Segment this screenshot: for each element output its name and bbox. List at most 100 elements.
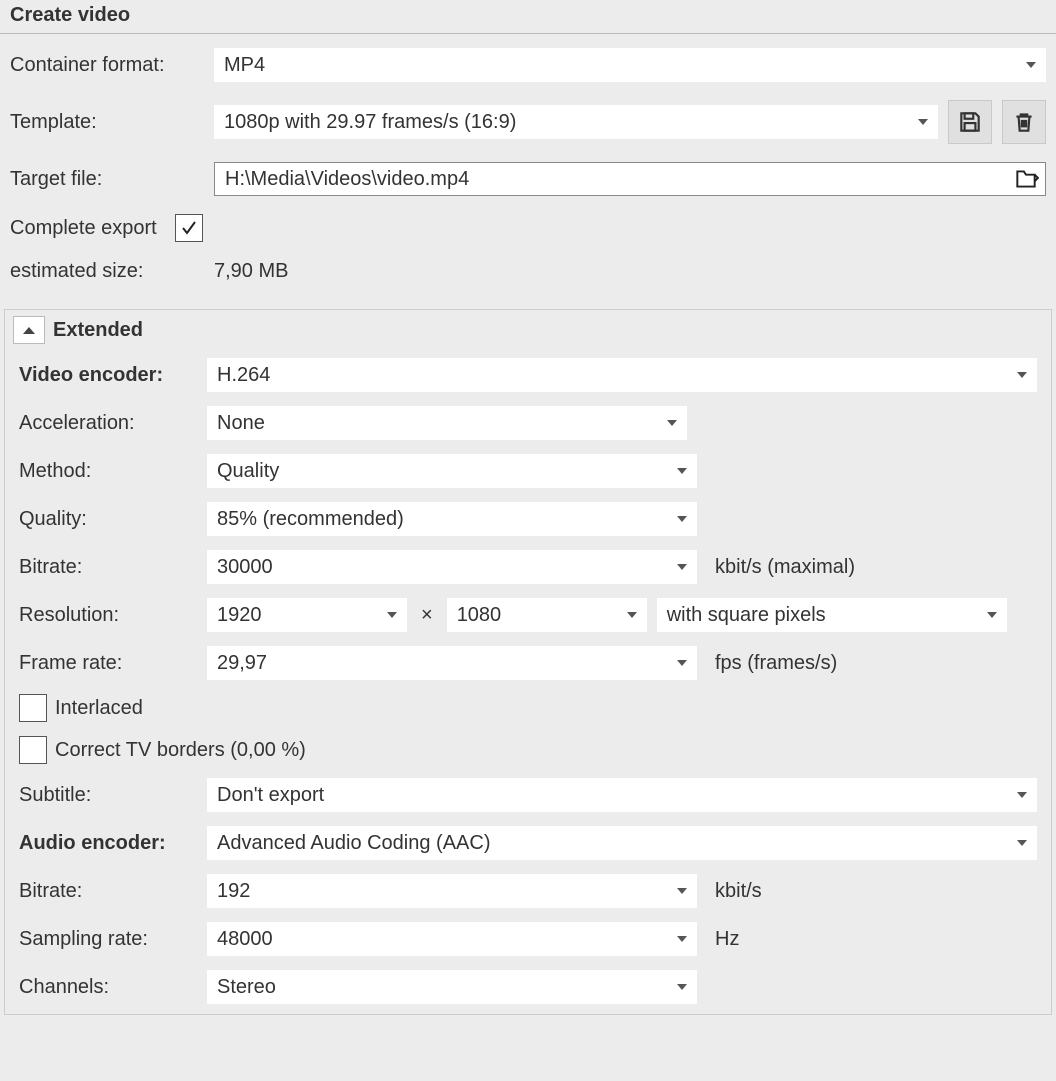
channels-select[interactable]: Stereo <box>207 970 697 1004</box>
estimated-size-value: 7,90 MB <box>214 260 288 283</box>
subtitle-value: Don't export <box>217 784 1007 807</box>
pixel-aspect-select[interactable]: with square pixels <box>657 598 1007 632</box>
method-select[interactable]: Quality <box>207 454 697 488</box>
template-select[interactable]: 1080p with 29.97 frames/s (16:9) <box>214 105 938 139</box>
save-template-button[interactable] <box>948 100 992 144</box>
subtitle-label: Subtitle: <box>19 784 199 807</box>
row-container-format: Container format: MP4 <box>10 48 1046 82</box>
form-area: Container format: MP4 Template: 1080p wi… <box>0 34 1056 307</box>
framerate-value: 29,97 <box>217 652 667 675</box>
chevron-down-icon <box>677 516 687 522</box>
row-video-encoder: Video encoder: H.264 <box>19 358 1037 392</box>
a-bitrate-select[interactable]: 192 <box>207 874 697 908</box>
row-correct-tv: Correct TV borders (0,00 %) <box>19 736 1037 764</box>
chevron-down-icon <box>1017 372 1027 378</box>
chevron-down-icon <box>677 468 687 474</box>
estimated-size-label: estimated size: <box>10 260 206 283</box>
row-quality: Quality: 85% (recommended) <box>19 502 1037 536</box>
a-bitrate-label: Bitrate: <box>19 880 199 903</box>
collapse-extended-button[interactable] <box>13 316 45 344</box>
container-format-select[interactable]: MP4 <box>214 48 1046 82</box>
chevron-down-icon <box>677 936 687 942</box>
target-file-input[interactable]: H:\Media\Videos\video.mp4 <box>214 162 1046 196</box>
panel-title: Create video <box>0 0 1056 34</box>
resolution-separator: × <box>417 604 437 627</box>
interlaced-checkbox[interactable] <box>19 694 47 722</box>
v-bitrate-value: 30000 <box>217 556 667 579</box>
quality-label: Quality: <box>19 508 199 531</box>
a-bitrate-suffix: kbit/s <box>707 880 762 903</box>
v-bitrate-select[interactable]: 30000 <box>207 550 697 584</box>
chevron-down-icon <box>1026 62 1036 68</box>
extended-body: Video encoder: H.264 Acceleration: None … <box>5 354 1051 1004</box>
resolution-width-select[interactable]: 1920 <box>207 598 407 632</box>
video-encoder-select[interactable]: H.264 <box>207 358 1037 392</box>
row-resolution: Resolution: 1920 × 1080 with square pixe… <box>19 598 1037 632</box>
row-acceleration: Acceleration: None <box>19 406 1037 440</box>
acceleration-label: Acceleration: <box>19 412 199 435</box>
interlaced-label: Interlaced <box>55 697 143 720</box>
pixel-aspect-value: with square pixels <box>667 604 977 627</box>
chevron-down-icon <box>987 612 997 618</box>
complete-export-checkbox[interactable] <box>175 214 203 242</box>
framerate-label: Frame rate: <box>19 652 199 675</box>
subtitle-select[interactable]: Don't export <box>207 778 1037 812</box>
resolution-height-value: 1080 <box>457 604 617 627</box>
row-estimated-size: estimated size: 7,90 MB <box>10 260 1046 283</box>
channels-label: Channels: <box>19 976 199 999</box>
target-file-label: Target file: <box>10 168 206 191</box>
target-file-value: H:\Media\Videos\video.mp4 <box>225 168 1007 191</box>
sampling-rate-select[interactable]: 48000 <box>207 922 697 956</box>
audio-encoder-value: Advanced Audio Coding (AAC) <box>217 832 1007 855</box>
row-v-bitrate: Bitrate: 30000 kbit/s (maximal) <box>19 550 1037 584</box>
sampling-rate-suffix: Hz <box>707 928 739 951</box>
row-audio-encoder: Audio encoder: Advanced Audio Coding (AA… <box>19 826 1037 860</box>
row-sampling-rate: Sampling rate: 48000 Hz <box>19 922 1037 956</box>
trash-icon <box>1011 109 1037 135</box>
v-bitrate-label: Bitrate: <box>19 556 199 579</box>
video-encoder-value: H.264 <box>217 364 1007 387</box>
check-icon <box>180 219 198 237</box>
a-bitrate-value: 192 <box>217 880 667 903</box>
framerate-suffix: fps (frames/s) <box>707 652 837 675</box>
sampling-rate-value: 48000 <box>217 928 667 951</box>
chevron-up-icon <box>23 327 35 334</box>
method-value: Quality <box>217 460 667 483</box>
chevron-down-icon <box>677 660 687 666</box>
chevron-down-icon <box>1017 840 1027 846</box>
v-bitrate-suffix: kbit/s (maximal) <box>707 556 855 579</box>
row-a-bitrate: Bitrate: 192 kbit/s <box>19 874 1037 908</box>
correct-tv-label: Correct TV borders (0,00 %) <box>55 739 306 762</box>
row-target-file: Target file: H:\Media\Videos\video.mp4 <box>10 162 1046 196</box>
chevron-down-icon <box>677 564 687 570</box>
save-icon <box>957 109 983 135</box>
row-subtitle: Subtitle: Don't export <box>19 778 1037 812</box>
delete-template-button[interactable] <box>1002 100 1046 144</box>
acceleration-value: None <box>217 412 657 435</box>
row-complete-export: Complete export <box>10 214 1046 242</box>
acceleration-select[interactable]: None <box>207 406 687 440</box>
template-value: 1080p with 29.97 frames/s (16:9) <box>224 111 908 134</box>
extended-panel: Extended Video encoder: H.264 Accelerati… <box>4 309 1052 1015</box>
row-framerate: Frame rate: 29,97 fps (frames/s) <box>19 646 1037 680</box>
video-encoder-label: Video encoder: <box>19 364 199 387</box>
browse-folder-icon[interactable] <box>1013 166 1039 192</box>
correct-tv-checkbox[interactable] <box>19 736 47 764</box>
audio-encoder-select[interactable]: Advanced Audio Coding (AAC) <box>207 826 1037 860</box>
row-channels: Channels: Stereo <box>19 970 1037 1004</box>
row-method: Method: Quality <box>19 454 1037 488</box>
quality-value: 85% (recommended) <box>217 508 667 531</box>
resolution-height-select[interactable]: 1080 <box>447 598 647 632</box>
resolution-label: Resolution: <box>19 604 199 627</box>
quality-select[interactable]: 85% (recommended) <box>207 502 697 536</box>
audio-encoder-label: Audio encoder: <box>19 832 199 855</box>
template-label: Template: <box>10 111 206 134</box>
chevron-down-icon <box>677 888 687 894</box>
resolution-width-value: 1920 <box>217 604 377 627</box>
chevron-down-icon <box>387 612 397 618</box>
row-interlaced: Interlaced <box>19 694 1037 722</box>
framerate-select[interactable]: 29,97 <box>207 646 697 680</box>
chevron-down-icon <box>627 612 637 618</box>
extended-title: Extended <box>53 319 143 342</box>
row-template: Template: 1080p with 29.97 frames/s (16:… <box>10 100 1046 144</box>
